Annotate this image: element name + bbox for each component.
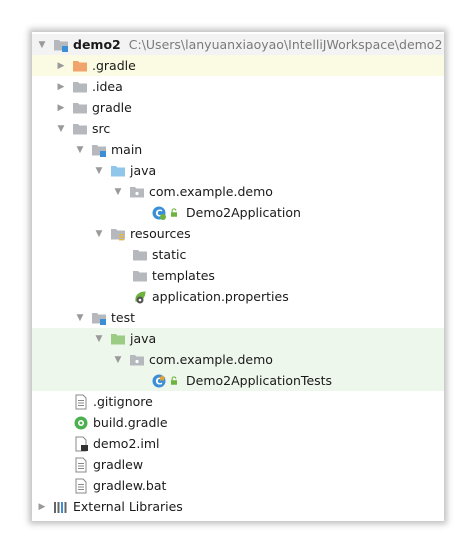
module-folder-icon: [92, 312, 106, 325]
tree-item-label: com.example.demo: [149, 352, 273, 367]
spring-boot-class-icon: C: [152, 206, 166, 220]
iml-file-icon: [75, 436, 88, 451]
collapse-arrow-icon[interactable]: ▶: [54, 55, 68, 76]
tree-row-application-properties[interactable]: application.properties: [32, 286, 444, 307]
package-icon: [130, 354, 144, 365]
tree-item-label: static: [152, 247, 187, 262]
tree-row-gradlew[interactable]: gradlew: [32, 454, 444, 475]
package-icon: [130, 186, 144, 197]
tree-item-label: java: [130, 163, 157, 178]
expand-arrow-icon[interactable]: ▼: [92, 160, 106, 181]
excluded-folder-icon: [73, 60, 87, 71]
tree-row-test-java[interactable]: ▼ java: [32, 328, 444, 349]
expand-arrow-icon[interactable]: ▼: [54, 118, 68, 139]
tree-item-label: Demo2Application: [186, 205, 301, 220]
project-path: C:\Users\lanyuanxiaoyao\IntelliJWorkspac…: [128, 37, 443, 52]
tree-item-label: build.gradle: [93, 415, 168, 430]
expand-arrow-icon[interactable]: ▼: [35, 34, 49, 55]
folder-icon: [73, 123, 87, 134]
expand-arrow-icon[interactable]: ▼: [111, 181, 125, 202]
folder-icon: [73, 81, 87, 92]
tree-item-label: .idea: [92, 79, 123, 94]
tree-row-build-gradle[interactable]: build.gradle: [32, 412, 444, 433]
tree-row-dot-gradle[interactable]: ▶ .gradle: [32, 55, 444, 76]
collapse-arrow-icon[interactable]: ▶: [54, 97, 68, 118]
tree-row-resources[interactable]: ▼ resources: [32, 223, 444, 244]
test-source-folder-icon: [111, 333, 125, 344]
library-icon: [54, 501, 67, 513]
text-file-icon: [75, 394, 87, 409]
folder-icon: [73, 102, 87, 113]
tree-item-label: gradlew.bat: [93, 478, 167, 493]
spring-properties-icon: [135, 291, 146, 303]
lock-icon: [171, 375, 177, 385]
tree-item-label: application.properties: [152, 289, 289, 304]
tree-item-label: .gitignore: [93, 394, 153, 409]
collapse-arrow-icon[interactable]: ▶: [35, 496, 49, 517]
tree-row-root[interactable]: ▼ demo2 C:\Users\lanyuanxiaoyao\IntelliJ…: [32, 34, 444, 55]
tree-row-test[interactable]: ▼ test: [32, 307, 444, 328]
tree-row-static[interactable]: static: [32, 244, 444, 265]
expand-arrow-icon[interactable]: ▼: [92, 223, 106, 244]
tree-item-label: Demo2ApplicationTests: [186, 373, 333, 388]
tree-item-label: templates: [152, 268, 215, 283]
tree-row-src[interactable]: ▼ src: [32, 118, 444, 139]
tree-item-label: gradlew: [93, 457, 144, 472]
expand-arrow-icon[interactable]: ▼: [73, 307, 87, 328]
tree-row-gradle[interactable]: ▶ gradle: [32, 97, 444, 118]
tree-row-templates[interactable]: templates: [32, 265, 444, 286]
source-folder-icon: [111, 165, 125, 176]
collapse-arrow-icon[interactable]: ▶: [54, 76, 68, 97]
expand-arrow-icon[interactable]: ▼: [111, 349, 125, 370]
tree-item-label: demo2.iml: [93, 436, 160, 451]
test-class-icon: C: [152, 374, 166, 387]
tree-row-demo2application[interactable]: C Demo2Application: [32, 202, 444, 223]
folder-icon: [133, 249, 147, 260]
expand-arrow-icon[interactable]: ▼: [92, 328, 106, 349]
tree-row-demo2-iml[interactable]: demo2.iml: [32, 433, 444, 454]
expand-arrow-icon[interactable]: ▼: [73, 139, 87, 160]
project-tool-window: ▼ demo2 C:\Users\lanyuanxiaoyao\IntelliJ…: [32, 32, 444, 521]
tree-row-main-java[interactable]: ▼ java: [32, 160, 444, 181]
tree-item-label: java: [130, 331, 157, 346]
tree-item-label: gradle: [92, 100, 132, 115]
tree-row-external-libraries[interactable]: ▶ External Libraries: [32, 496, 444, 517]
text-file-icon: [75, 478, 87, 493]
project-name: demo2: [73, 37, 121, 52]
tree-item-label: test: [111, 310, 136, 325]
tree-item-label: main: [111, 142, 143, 157]
tree-item-label: src: [92, 121, 111, 136]
tree-item-label: resources: [130, 226, 191, 241]
lock-icon: [171, 207, 177, 217]
tree-item-label: com.example.demo: [149, 184, 273, 199]
tree-row-test-package[interactable]: ▼ com.example.demo: [32, 349, 444, 370]
module-folder-icon: [54, 39, 68, 52]
resources-folder-icon: [111, 228, 125, 240]
tree-row-gradlew-bat[interactable]: gradlew.bat: [32, 475, 444, 496]
tree-row-idea[interactable]: ▶ .idea: [32, 76, 444, 97]
text-file-icon: [75, 457, 87, 472]
tree-item-label: .gradle: [92, 58, 136, 73]
module-folder-icon: [92, 144, 106, 157]
folder-icon: [133, 270, 147, 281]
tree-row-gitignore[interactable]: .gitignore: [32, 391, 444, 412]
gradle-file-icon: [74, 416, 88, 429]
tree-row-main-package[interactable]: ▼ com.example.demo: [32, 181, 444, 202]
tree-item-label: External Libraries: [73, 499, 183, 514]
tree-row-demo2applicationtests[interactable]: C Demo2ApplicationTests: [32, 370, 444, 391]
tree-row-main[interactable]: ▼ main: [32, 139, 444, 160]
